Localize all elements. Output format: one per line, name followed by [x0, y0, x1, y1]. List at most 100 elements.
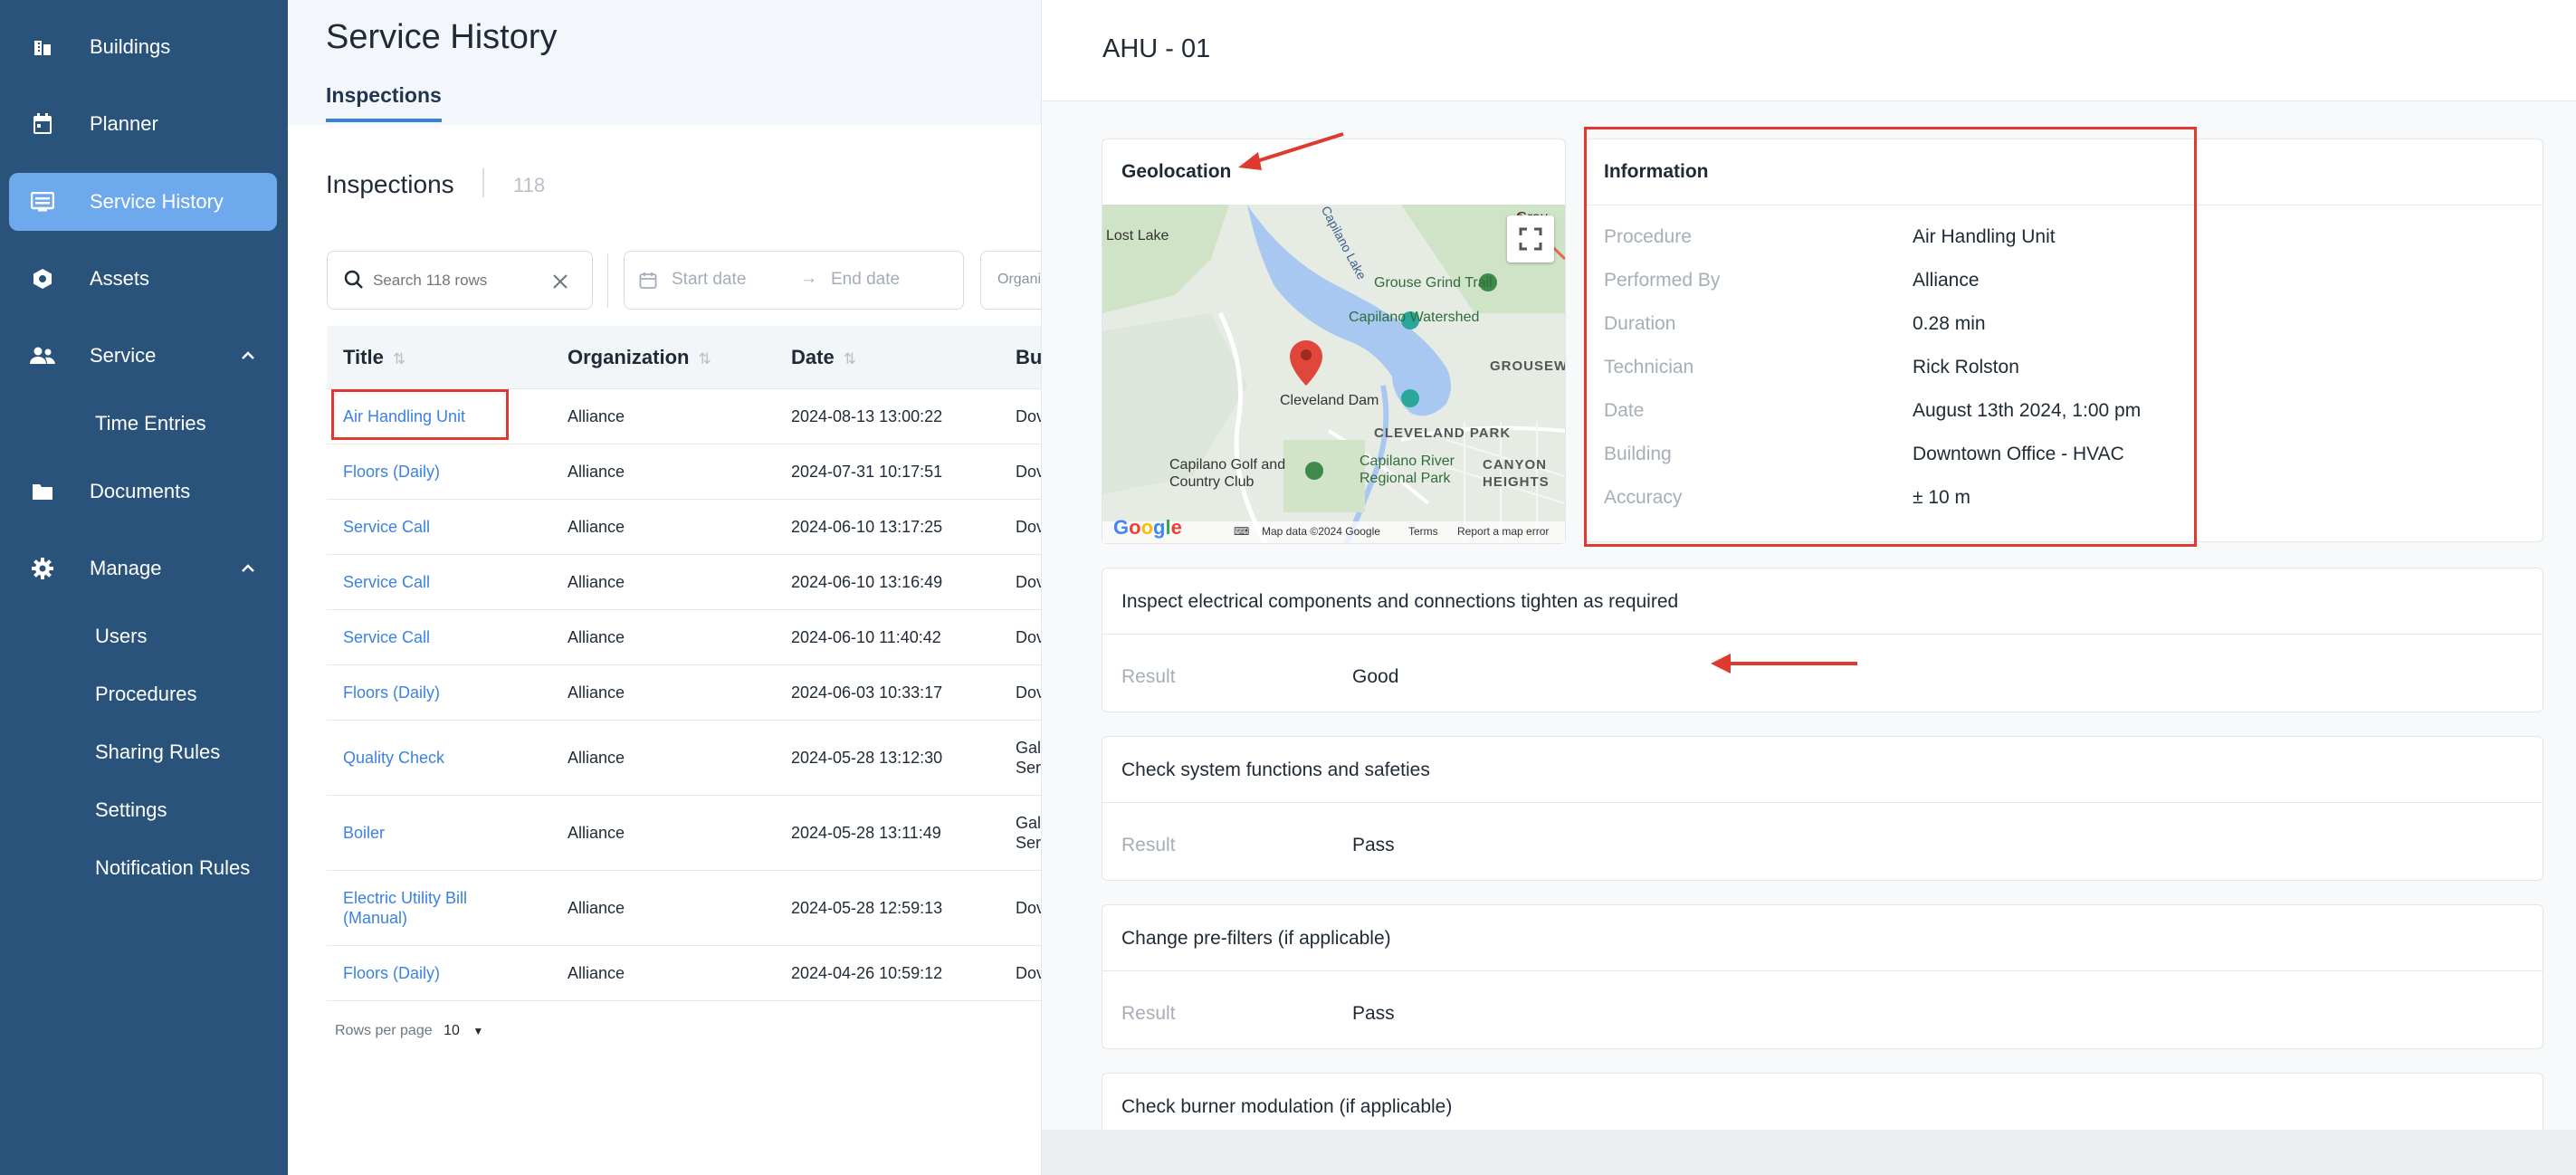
tab-inspections[interactable]: Inspections: [326, 83, 442, 122]
nav-manage[interactable]: Manage: [9, 540, 277, 597]
row-organization: Alliance: [568, 518, 625, 536]
search-input[interactable]: [373, 266, 545, 295]
caret-down-icon[interactable]: ▼: [472, 1025, 483, 1037]
map-terms-link[interactable]: Terms: [1408, 525, 1438, 538]
result-value: Pass: [1352, 1003, 1395, 1024]
row-title-link[interactable]: Electric Utility Bill (Manual): [343, 888, 488, 928]
people-icon: [29, 342, 56, 369]
row-date: 2024-04-26 10:59:12: [791, 964, 943, 982]
nav-assets[interactable]: Assets: [9, 250, 277, 308]
check-title: Check system functions and safeties: [1121, 759, 1430, 780]
nav-buildings[interactable]: Buildings: [9, 18, 277, 76]
row-title-link[interactable]: Service Call: [343, 627, 524, 647]
chevron-up-icon: [239, 347, 257, 365]
nav-service[interactable]: Service: [9, 327, 277, 385]
row-building: Dov: [1016, 573, 1041, 591]
calendar-icon: [29, 110, 56, 138]
annotation-highlight: [1584, 127, 2197, 547]
check-title: Inspect electrical components and connec…: [1121, 591, 1679, 612]
sort-icon: ⇅: [392, 350, 406, 368]
table-header: Title ⇅ Organization ⇅ Date ⇅ Bu: [327, 326, 1042, 389]
annotation-highlight: [331, 389, 509, 440]
detail-header: AHU - 01: [1042, 0, 2576, 101]
row-title-link[interactable]: Floors (Daily): [343, 462, 524, 482]
row-organization: Alliance: [568, 628, 625, 646]
row-title-link[interactable]: Floors (Daily): [343, 683, 524, 702]
date-range-picker[interactable]: Start date → End date: [624, 251, 964, 310]
rows-per-page-label: Rows per page: [335, 1023, 433, 1038]
table-row[interactable]: Floors (Daily) Alliance 2024-07-31 10:17…: [327, 444, 1041, 500]
row-title-link[interactable]: Floors (Daily): [343, 963, 524, 983]
row-title-link[interactable]: Service Call: [343, 517, 524, 537]
row-date: 2024-08-13 13:00:22: [791, 407, 943, 425]
row-title-link[interactable]: Quality Check: [343, 748, 524, 768]
result-value: Good: [1352, 666, 1399, 687]
map-label: Grouse Grind Trail: [1374, 275, 1493, 291]
organization-filter-label: Organi: [997, 272, 1042, 287]
keyboard-icon[interactable]: ⌨: [1234, 525, 1249, 538]
nav-label: Service: [90, 344, 157, 367]
check-card: Inspect electrical components and connec…: [1102, 568, 2543, 712]
nav-users[interactable]: Users: [95, 625, 147, 648]
close-icon[interactable]: [552, 273, 568, 294]
row-date: 2024-05-28 13:12:30: [791, 749, 943, 767]
column-building[interactable]: Bu: [1016, 346, 1042, 369]
search-icon: [344, 270, 364, 294]
row-building: Gal Ser: [1016, 739, 1041, 777]
nav-sharing-rules[interactable]: Sharing Rules: [95, 740, 220, 764]
rows-per-page-select[interactable]: 10: [444, 1023, 460, 1038]
row-organization: Alliance: [568, 964, 625, 982]
map[interactable]: Lost Lake Capilano Lake Grouse Grind Tra…: [1102, 205, 1565, 543]
table-row[interactable]: Quality Check Alliance 2024-05-28 13:12:…: [327, 721, 1041, 796]
table-row[interactable]: Service Call Alliance 2024-06-10 13:17:2…: [327, 500, 1041, 555]
map-label: Capilano Watershed: [1349, 310, 1480, 325]
end-date-input[interactable]: End date: [831, 270, 900, 290]
row-title-link[interactable]: Boiler: [343, 823, 524, 843]
row-building: Gal Ser: [1016, 814, 1041, 852]
nav-label: Buildings: [90, 35, 171, 58]
result-label: Result: [1121, 666, 1176, 687]
map-label: Lost Lake: [1106, 228, 1169, 244]
table-row[interactable]: Electric Utility Bill (Manual) Alliance …: [327, 871, 1041, 946]
table-row[interactable]: Service Call Alliance 2024-06-10 13:16:4…: [327, 555, 1041, 610]
table-row[interactable]: Boiler Alliance 2024-05-28 13:11:49 Gal …: [327, 796, 1041, 871]
column-date[interactable]: Date ⇅: [791, 346, 856, 369]
row-title-link[interactable]: Service Call: [343, 572, 524, 592]
row-date: 2024-05-28 13:11:49: [791, 824, 941, 842]
fullscreen-button[interactable]: [1507, 215, 1554, 263]
nav-procedures[interactable]: Procedures: [95, 683, 197, 706]
check-title: Change pre-filters (if applicable): [1121, 928, 1391, 949]
nav-documents[interactable]: Documents: [9, 463, 277, 521]
column-organization[interactable]: Organization ⇅: [568, 346, 711, 369]
geolocation-card: Geolocation Lost Lake Capilano Lake Grou…: [1102, 139, 1566, 544]
nav-planner[interactable]: Planner: [9, 95, 277, 153]
row-date: 2024-05-28 12:59:13: [791, 899, 943, 917]
sidebar: Buildings Planner Service History Assets…: [0, 0, 288, 1175]
nav-settings[interactable]: Settings: [95, 798, 167, 822]
row-organization: Alliance: [568, 683, 625, 702]
row-date: 2024-06-10 11:40:42: [791, 628, 941, 646]
row-date: 2024-06-03 10:33:17: [791, 683, 943, 702]
row-building: Dov: [1016, 463, 1041, 481]
table-row[interactable]: Floors (Daily) Alliance 2024-04-26 10:59…: [327, 946, 1041, 1001]
nav-service-history[interactable]: Service History: [9, 173, 277, 231]
table-row[interactable]: Floors (Daily) Alliance 2024-06-03 10:33…: [327, 665, 1041, 721]
calendar-icon: [639, 272, 657, 294]
divider: [1102, 802, 2543, 803]
map-base: [1102, 205, 1565, 543]
search-box: [327, 251, 593, 310]
row-building: Dov: [1016, 964, 1041, 982]
row-organization: Alliance: [568, 749, 625, 767]
map-report-link[interactable]: Report a map error: [1457, 525, 1549, 538]
nav-notification-rules[interactable]: Notification Rules: [95, 856, 250, 880]
start-date-input[interactable]: Start date: [672, 270, 746, 290]
table-row[interactable]: Service Call Alliance 2024-06-10 11:40:4…: [327, 610, 1041, 665]
chevron-up-icon: [239, 559, 257, 578]
fullscreen-icon: [1519, 227, 1542, 251]
nav-time-entries[interactable]: Time Entries: [95, 412, 206, 435]
map-label: Cleveland Dam: [1280, 393, 1379, 408]
column-title[interactable]: Title ⇅: [343, 346, 405, 369]
detail-title: AHU - 01: [1102, 34, 1211, 63]
google-logo: Google: [1113, 516, 1182, 539]
check-title: Check burner modulation (if applicable): [1121, 1096, 1453, 1117]
